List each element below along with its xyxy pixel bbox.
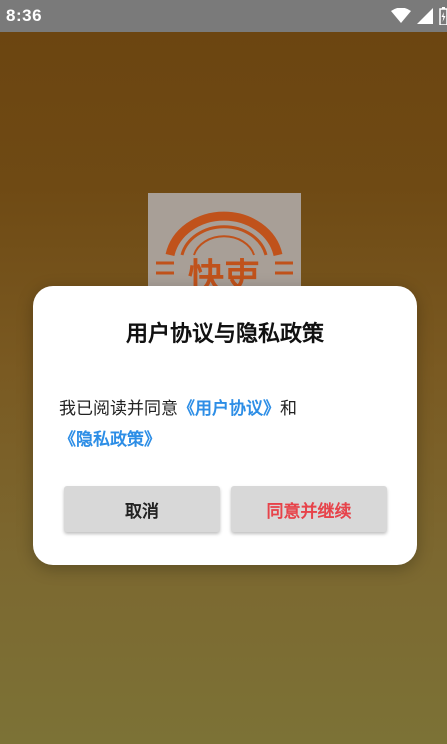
cancel-button[interactable]: 取消	[64, 486, 220, 532]
user-agreement-link[interactable]: 《用户协议》	[178, 399, 280, 419]
agree-continue-button[interactable]: 同意并继续	[231, 486, 387, 532]
status-time: 8:36	[6, 6, 43, 25]
wifi-icon	[391, 8, 411, 24]
agreement-dialog: 用户协议与隐私政策 我已阅读并同意《用户协议》和《隐私政策》 取消 同意并继续	[33, 286, 417, 565]
status-icons	[391, 0, 447, 32]
dialog-message: 我已阅读并同意《用户协议》和《隐私政策》	[59, 394, 393, 456]
cellular-signal-icon	[417, 8, 433, 24]
message-prefix: 我已阅读并同意	[59, 399, 178, 419]
privacy-policy-link[interactable]: 《隐私政策》	[59, 430, 161, 450]
status-bar: 8:36	[0, 0, 447, 32]
message-conjunction: 和	[280, 399, 297, 419]
app-screen: 8:36 快吏 用户协议与隐私政策 我已阅读并同意《用户协议》和《隐私政策》 取…	[0, 0, 447, 744]
dialog-title: 用户协议与隐私政策	[125, 322, 324, 347]
battery-charging-icon	[439, 7, 447, 25]
